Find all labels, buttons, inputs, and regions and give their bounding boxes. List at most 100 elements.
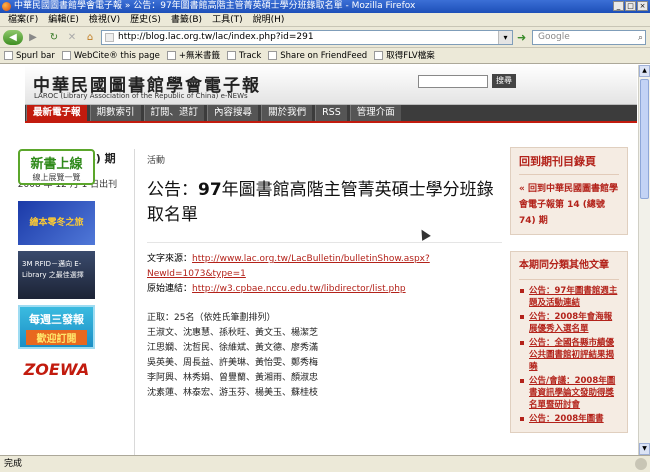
article-body: 正取：25名（依姓氏筆劃排列） 王淑文、沈惠慧、孫秋旺、黃文玉、楊潔芝 江思嫻、… — [147, 311, 502, 401]
home-button[interactable]: ⌂ — [82, 30, 98, 45]
search-input[interactable]: Google ⌕ — [532, 30, 646, 45]
nav-rss[interactable]: RSS — [315, 105, 347, 121]
site-logo-subtitle: LAROC (Library Association of the Republ… — [34, 92, 248, 100]
arrow-left-icon: ◀ — [9, 32, 17, 43]
window-controls: _ □ × — [613, 1, 648, 11]
body-line: 李阿興、林秀娟、曾豐蘭、黃湘雨、顏淑忠 — [147, 373, 319, 383]
stop-icon: ✕ — [67, 32, 77, 43]
nav-admin[interactable]: 管理介面 — [349, 105, 401, 121]
column-divider — [134, 149, 135, 455]
right-sidebar: 回到期刊目錄頁 « 回到中華民國圖書館學會電子報第 14 (總號74) 期 本期… — [510, 147, 628, 433]
origin-link[interactable]: http://w3.cpbae.nccu.edu.tw/libdirector/… — [192, 284, 406, 294]
article-meta: 文字來源：http://www.lac.org.tw/LacBulletin/b… — [147, 242, 502, 297]
related-list: 公告：97年圖書館週主題及活動連結 公告：2008年會海報展優秀入選名單 公告：… — [519, 285, 619, 425]
article-title: 公告：97年圖書館高階主管菁英碩士學分班錄取名單 — [147, 180, 494, 225]
related-item[interactable]: 公告：97年圖書館週主題及活動連結 — [519, 285, 619, 309]
source-line: 文字來源：http://www.lac.org.tw/LacBulletin/b… — [147, 254, 430, 279]
body-line: 江思嫻、沈哲民、徐維斌、黃文德、廖秀滿 — [147, 343, 319, 353]
scroll-down-icon[interactable]: ▼ — [639, 443, 650, 455]
back-button[interactable]: ◀ — [3, 30, 23, 45]
related-heading: 本期同分類其他文章 — [519, 257, 619, 280]
menu-bookmarks[interactable]: 書籤(B) — [166, 13, 207, 26]
dropdown-arrow-icon[interactable]: ▾ — [498, 31, 512, 44]
related-item[interactable]: 公告：全國各縣市績優公共圖書館初評結果揭曉 — [519, 337, 619, 373]
window-titlebar: 中華民國圖書館學會電子報 » 公告：97年圖書館高階主管菁英碩士學分班錄取名單 … — [0, 0, 650, 13]
reload-icon: ↻ — [49, 32, 59, 43]
reload-button[interactable]: ↻ — [46, 30, 62, 45]
go-button[interactable]: ➜ — [517, 31, 529, 44]
subscribe-banner[interactable]: 每週三發報 歡迎訂閱 — [18, 305, 95, 349]
related-item[interactable]: 公告：2008年會海報展優秀入選名單 — [519, 311, 619, 335]
nav-index[interactable]: 期數索引 — [89, 105, 141, 121]
home-icon: ⌂ — [86, 32, 94, 43]
window-title: 中華民國圖書館學會電子報 » 公告：97年圖書館高階主管菁英碩士學分班錄取名單 … — [14, 1, 416, 11]
body-line: 王淑文、沈惠慧、孫秋旺、黃文玉、楊潔芝 — [147, 328, 319, 338]
site-nav: 最新電子報 期數索引 訂閱、退訂 內容搜尋 關於我們 RSS 管理介面 — [25, 105, 637, 121]
nav-about[interactable]: 關於我們 — [261, 105, 313, 121]
related-item[interactable]: 公告：2008年圖書 — [519, 413, 619, 425]
search-icon[interactable]: ⌕ — [638, 32, 643, 45]
category-link[interactable]: 活動 — [147, 153, 502, 166]
picture-book-banner[interactable]: 繪本零冬之旅 — [18, 201, 95, 245]
navigation-toolbar: ◀ ▶ ↻ ✕ ⌂ http://blog.lac.org.tw/lac/ind… — [0, 27, 650, 48]
status-bar: 完成 — [0, 455, 650, 472]
menu-file[interactable]: 檔案(F) — [3, 13, 43, 26]
go-arrow-icon: ➜ — [517, 31, 527, 44]
menu-history[interactable]: 歷史(S) — [125, 13, 166, 26]
bookmark-icon — [61, 51, 71, 60]
bookmark-icon — [4, 51, 13, 60]
bookmark-icon — [166, 51, 176, 60]
stop-button[interactable]: ✕ — [64, 30, 80, 45]
menu-tools[interactable]: 工具(T) — [207, 13, 248, 26]
bookmark-flv[interactable]: 取得FLV檔案 — [372, 48, 440, 63]
rfid-banner[interactable]: 3M RFID－邁向 E-Library 之最佳選擇 — [18, 251, 95, 299]
back-link[interactable]: « 回到中華民國圖書館學會電子報第 14 (總號74) 期 — [519, 181, 619, 229]
minimize-button[interactable]: _ — [613, 1, 624, 11]
status-text: 完成 — [4, 459, 23, 469]
menu-edit[interactable]: 編輯(E) — [43, 13, 84, 26]
menu-help[interactable]: 說明(H) — [248, 13, 290, 26]
arrow-right-icon: ▶ — [29, 32, 37, 43]
close-button[interactable]: × — [637, 1, 648, 11]
site-search-input[interactable] — [418, 75, 488, 88]
bookmark-webcite[interactable]: WebCite® this page — [60, 48, 165, 63]
bookmark-track[interactable]: Track — [225, 48, 266, 63]
bookmark-icon — [227, 51, 237, 60]
maximize-button[interactable]: □ — [625, 1, 636, 11]
nav-latest[interactable]: 最新電子報 — [26, 105, 87, 121]
url-text: http://blog.lac.org.tw/lac/index.php?id=… — [118, 32, 314, 42]
related-articles-panel: 本期同分類其他文章 公告：97年圖書館週主題及活動連結 公告：2008年會海報展… — [510, 251, 628, 433]
bookmark-friendfeed[interactable]: Share on FriendFeed — [266, 48, 372, 63]
nav-divider — [25, 121, 637, 123]
zoewa-banner[interactable]: ZOEWA — [18, 355, 95, 385]
bookmark-icon — [268, 51, 278, 60]
url-input[interactable]: http://blog.lac.org.tw/lac/index.php?id=… — [101, 30, 513, 45]
back-heading: 回到期刊目錄頁 — [519, 153, 619, 175]
body-line: 沈素蓮、林泰宏、游玉芬、楊美玉、蘇桂枝 — [147, 388, 319, 398]
scroll-up-icon[interactable]: ▲ — [639, 65, 650, 77]
related-item[interactable]: 公告/會議：2008年圖書資訊學論文發助得獎名單暨研討會 — [519, 375, 619, 411]
back-to-index-panel: 回到期刊目錄頁 « 回到中華民國圖書館學會電子報第 14 (總號74) 期 — [510, 147, 628, 235]
bookmark-wumi[interactable]: +無米書籤 — [165, 48, 225, 63]
resize-grip-icon[interactable] — [635, 458, 647, 470]
body-line: 吳英美、周長益、許美琳、黃怡雯、鄭秀梅 — [147, 358, 319, 368]
favicon-icon — [105, 33, 114, 42]
menu-view[interactable]: 檢視(V) — [84, 13, 125, 26]
article: 活動 公告：97年圖書館高階主管菁英碩士學分班錄取名單 文字來源：http://… — [147, 153, 502, 401]
scrollbar-thumb[interactable] — [640, 79, 649, 199]
site-header: 中華民國圖書館學會電子報 LAROC (Library Association … — [25, 65, 637, 105]
site-search-button[interactable]: 搜尋 — [492, 74, 516, 88]
menu-bar: 檔案(F) 編輯(E) 檢視(V) 歷史(S) 書籤(B) 工具(T) 說明(H… — [0, 13, 650, 27]
vertical-scrollbar[interactable]: ▲ ▼ — [638, 65, 650, 455]
body-line: 正取：25名（依姓氏筆劃排列） — [147, 313, 276, 323]
bookmarks-toolbar: Spurl bar WebCite® this page +無米書籤 Track… — [0, 48, 650, 64]
nav-search[interactable]: 內容搜尋 — [207, 105, 259, 121]
firefox-icon — [2, 2, 11, 11]
bookmark-icon — [374, 51, 384, 60]
page-viewport: 中華民國圖書館學會電子報 LAROC (Library Association … — [0, 65, 638, 455]
search-placeholder: Google — [538, 32, 570, 42]
nav-subscribe[interactable]: 訂閱、退訂 — [143, 105, 205, 121]
bookmark-spurl[interactable]: Spurl bar — [2, 48, 60, 63]
forward-button[interactable]: ▶ — [25, 30, 41, 45]
new-books-banner[interactable]: 新書上線 線上展覽一覽 — [18, 149, 95, 185]
